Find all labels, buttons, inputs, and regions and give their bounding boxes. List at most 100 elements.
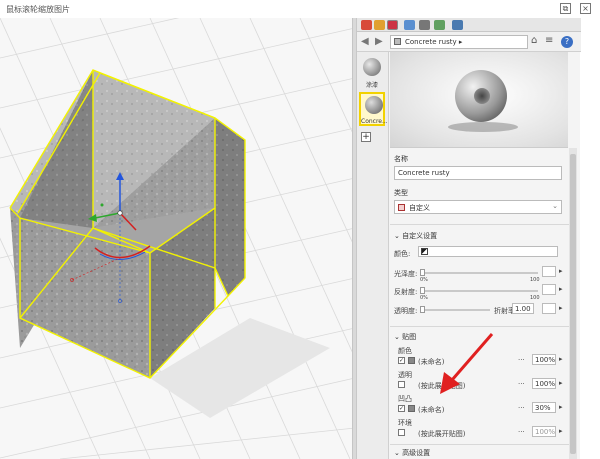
type-icon [398, 204, 405, 211]
ior-input[interactable]: 1.00 [512, 303, 534, 314]
tray-tab-bar [357, 18, 581, 32]
more-icon[interactable]: ··· [518, 404, 525, 412]
more-icon[interactable]: ··· [518, 380, 525, 388]
annotation-arrow [440, 333, 494, 394]
thumbnail-paint[interactable]: 涂漆 [359, 56, 385, 90]
stepper-icon[interactable]: ▸ [559, 379, 563, 387]
bump-map-swatch[interactable] [408, 405, 415, 412]
preview-shadow [448, 122, 518, 132]
restore-button[interactable]: ⧉ [560, 3, 571, 14]
scene-icon[interactable] [361, 20, 372, 30]
stepper-icon[interactable]: ▸ [559, 427, 563, 435]
arrow-left-icon[interactable]: ◀ [361, 36, 369, 47]
name-label: 名称 [394, 155, 408, 163]
viewport-canvas[interactable] [0, 18, 355, 459]
3d-viewport[interactable] [0, 18, 355, 459]
maps-label: 贴图 [402, 333, 417, 341]
transparency-map-checkbox[interactable] [398, 381, 405, 388]
gloss-slider[interactable] [420, 272, 538, 274]
type-label: 类型 [394, 189, 408, 197]
material-icon[interactable] [387, 20, 398, 30]
material-ball-icon [365, 96, 383, 114]
menu-icon[interactable]: ≡ [545, 35, 553, 46]
advanced-header[interactable]: ⌄ 高级设置 [394, 448, 430, 458]
chevron-down-icon: ⌄ [394, 449, 403, 457]
chevron-down-icon: ⌄ [394, 232, 403, 240]
help-button[interactable]: ? [561, 36, 573, 48]
stepper-icon[interactable]: ▸ [559, 403, 563, 411]
stepper-icon[interactable]: ▸ [559, 355, 563, 363]
shadow-icon[interactable] [419, 20, 430, 30]
scrollbar-thumb[interactable] [570, 154, 576, 454]
transparency-map-percent[interactable]: 100% [532, 378, 556, 389]
transparency-slider[interactable] [420, 309, 490, 311]
bump-map-checkbox[interactable]: ✓ [398, 405, 405, 412]
styles-icon[interactable] [434, 20, 445, 30]
transparency-value[interactable] [542, 303, 556, 314]
material-thumbnails: 涂漆 Concre... + [357, 52, 389, 459]
slider-min: 0% [420, 295, 428, 301]
advanced-label: 高级设置 [402, 449, 431, 457]
maps-header[interactable]: ⌄ 贴图 [394, 332, 416, 342]
display-icon[interactable] [452, 20, 463, 30]
material-nav-bar: ◀ ▶ Concrete rusty ▸ ⌂ ≡ ? [357, 32, 581, 52]
slider-max: 100 [530, 295, 540, 301]
add-material-button[interactable]: + [361, 132, 371, 142]
thumbnail-concrete[interactable]: Concre... [359, 92, 388, 126]
gloss-label: 光泽度: [394, 270, 418, 278]
more-icon[interactable]: ··· [518, 428, 525, 436]
title-bar: 鼠标滚轮缩放图片 ⧉ × [0, 0, 600, 18]
type-value: 自定义 [409, 204, 430, 212]
color-label: 颜色: [394, 250, 411, 258]
custom-settings-header[interactable]: ⌄ 自定义设置 [394, 231, 437, 241]
layer-icon[interactable] [404, 20, 415, 30]
reflect-slider-knob[interactable] [420, 287, 425, 294]
divider [390, 326, 570, 327]
divider [390, 224, 570, 225]
arrow-right-icon[interactable]: ▶ [375, 36, 383, 47]
stepper-icon[interactable]: ▸ [559, 285, 563, 293]
reflect-label: 反射度: [394, 288, 418, 296]
transparency-slider-knob[interactable] [420, 306, 425, 313]
custom-settings-label: 自定义设置 [402, 232, 438, 240]
color-map-checkbox[interactable]: ✓ [398, 357, 405, 364]
color-icon[interactable] [374, 20, 385, 30]
preview-sphere-hole [474, 88, 490, 104]
chevron-down-icon: ⌄ [394, 333, 403, 341]
color-field[interactable] [418, 246, 558, 257]
thumbnail-label: Concre... [361, 118, 388, 125]
panel-scrollbar[interactable] [569, 148, 577, 459]
slider-max: 100 [530, 277, 540, 283]
bump-map-percent[interactable]: 30% [532, 402, 556, 413]
material-ball-icon [363, 58, 381, 76]
env-map-name[interactable]: (按此展开贴图) [418, 429, 465, 439]
thumbnail-label: 涂漆 [365, 82, 378, 89]
color-picker-icon [421, 248, 428, 255]
transparency-map-label: 透明 [398, 371, 412, 379]
color-map-swatch[interactable] [408, 357, 415, 364]
env-map-percent[interactable]: 100% [532, 426, 556, 437]
env-map-checkbox[interactable] [398, 429, 405, 436]
close-button[interactable]: × [580, 3, 591, 14]
more-icon[interactable]: ··· [518, 356, 525, 364]
color-map-percent[interactable]: 100% [532, 354, 556, 365]
bump-map-name[interactable]: (未命名) [418, 405, 444, 415]
gloss-slider-knob[interactable] [420, 269, 425, 276]
reflect-slider[interactable] [420, 290, 538, 292]
bump-map-label: 凹凸 [398, 395, 412, 403]
stepper-icon[interactable]: ▸ [559, 267, 563, 275]
type-select[interactable]: 自定义 ⌄ [394, 200, 562, 214]
window-title: 鼠标滚轮缩放图片 [6, 5, 70, 14]
stepper-icon[interactable]: ▸ [559, 304, 563, 312]
color-map-label: 颜色 [398, 347, 412, 355]
reflect-value[interactable] [542, 284, 556, 295]
slider-min: 0% [420, 277, 428, 283]
gloss-value[interactable] [542, 266, 556, 277]
material-name-combo[interactable]: Concrete rusty ▸ [390, 35, 528, 49]
material-preview [390, 52, 568, 148]
env-map-label: 环境 [398, 419, 412, 427]
home-icon[interactable]: ⌂ [531, 35, 537, 46]
transparency-label: 透明度: [394, 307, 418, 315]
chevron-down-icon: ⌄ [552, 202, 558, 210]
name-input[interactable]: Concrete rusty [394, 166, 562, 180]
